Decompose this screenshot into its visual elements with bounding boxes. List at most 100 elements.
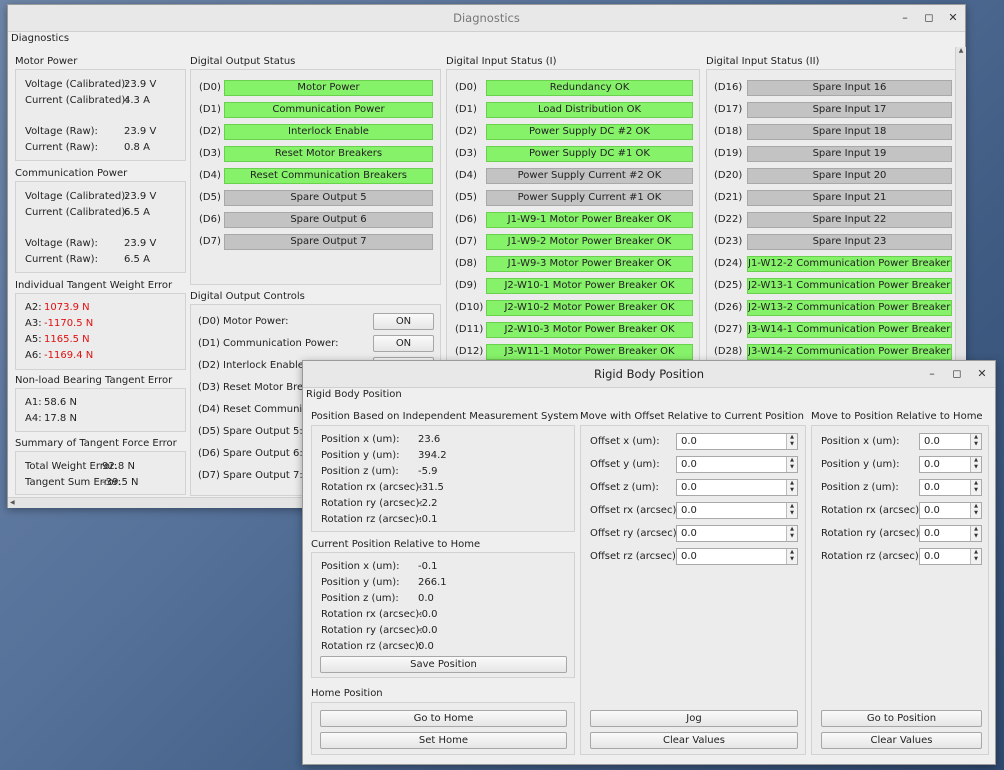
label: A2: xyxy=(25,302,42,313)
set-home-button[interactable]: Set Home xyxy=(320,732,567,749)
dout-controls-header: Digital Output Controls xyxy=(190,291,305,302)
din-tag: (D1) xyxy=(455,104,477,115)
din-indicator: J2-W13-2 Communication Power Breaker OK xyxy=(747,300,952,316)
motor-power-toggle-button[interactable]: ON xyxy=(373,313,434,330)
dout-indicator-spare-7: Spare Output 7 xyxy=(224,234,433,250)
din-tag: (D6) xyxy=(455,214,477,225)
din-indicator: J3-W14-2 Communication Power Breaker OK xyxy=(747,344,952,360)
minimize-icon[interactable]: – xyxy=(896,9,914,27)
label: Rotation rz (arcsec): xyxy=(821,551,923,562)
maximize-icon[interactable]: ◻ xyxy=(920,9,938,27)
spin-value: 0.0 xyxy=(681,551,697,562)
offset-z-input[interactable]: 0.0 ▲ ▼ xyxy=(676,479,798,496)
spin-arrows-icon[interactable]: ▲ ▼ xyxy=(970,549,981,564)
scroll-up-icon[interactable]: ▲ xyxy=(956,47,966,54)
spin-value: 0.0 xyxy=(924,436,940,447)
maximize-icon[interactable]: ◻ xyxy=(948,365,966,383)
spin-value: 0.0 xyxy=(681,482,697,493)
value: 4.3 A xyxy=(124,95,150,106)
label: Offset y (um): xyxy=(590,459,660,470)
din-indicator: J1-W12-2 Communication Power Breaker OK xyxy=(747,256,952,272)
value: 17.8 N xyxy=(44,413,77,424)
spin-arrows-icon[interactable]: ▲ ▼ xyxy=(786,480,797,495)
din-indicator: Redundancy OK xyxy=(486,80,693,96)
din-tag: (D22) xyxy=(714,214,743,225)
clear-offset-button[interactable]: Clear Values xyxy=(590,732,798,749)
spin-arrows-icon[interactable]: ▲ ▼ xyxy=(970,503,981,518)
din-indicator: J2-W10-3 Motor Power Breaker OK xyxy=(486,322,693,338)
spin-arrows-icon[interactable]: ▲ ▼ xyxy=(786,434,797,449)
value: 23.9 V xyxy=(124,238,157,249)
window-title: Rigid Body Position xyxy=(593,367,705,381)
go-to-position-button[interactable]: Go to Position xyxy=(821,710,982,727)
spin-arrows-icon[interactable]: ▲ ▼ xyxy=(970,457,981,472)
clear-position-button[interactable]: Clear Values xyxy=(821,732,982,749)
spin-value: 0.0 xyxy=(924,459,940,470)
close-icon[interactable]: ✕ xyxy=(973,365,991,383)
dout-indicator-spare-5: Spare Output 5 xyxy=(224,190,433,206)
din-indicator: Power Supply Current #1 OK xyxy=(486,190,693,206)
menu-diagnostics[interactable]: Diagnostics xyxy=(8,32,965,46)
jog-button[interactable]: Jog xyxy=(590,710,798,727)
spin-arrows-icon[interactable]: ▲ ▼ xyxy=(970,434,981,449)
spin-arrows-icon[interactable]: ▲ ▼ xyxy=(786,503,797,518)
value: -0.0 xyxy=(418,625,438,636)
offset-x-input[interactable]: 0.0 ▲ ▼ xyxy=(676,433,798,450)
dout-status-header: Digital Output Status xyxy=(190,56,296,67)
menu-rigid-body[interactable]: Rigid Body Position xyxy=(303,388,995,402)
din-indicator: J1-W9-3 Motor Power Breaker OK xyxy=(486,256,693,272)
spin-arrows-icon[interactable]: ▲ ▼ xyxy=(786,526,797,541)
offset-header: Move with Offset Relative to Current Pos… xyxy=(580,411,805,422)
value: 23.9 V xyxy=(124,79,157,90)
label: Offset ry (arcsec): xyxy=(590,528,680,539)
din-tag: (D17) xyxy=(714,104,743,115)
spin-value: 0.0 xyxy=(681,528,697,539)
din-tag: (D16) xyxy=(714,82,743,93)
spin-arrows-icon[interactable]: ▲ ▼ xyxy=(970,480,981,495)
value: 6.5 A xyxy=(124,207,150,218)
label: Voltage (Raw): xyxy=(25,126,98,137)
label: Voltage (Calibrated): xyxy=(25,191,129,202)
din-indicator: J2-W13-1 Communication Power Breaker OK xyxy=(747,278,952,294)
dout-indicator-spare-6: Spare Output 6 xyxy=(224,212,433,228)
din-tag: (D25) xyxy=(714,280,743,291)
rotation-rx-input[interactable]: 0.0 ▲ ▼ xyxy=(919,502,982,519)
offset-ry-input[interactable]: 0.0 ▲ ▼ xyxy=(676,525,798,542)
label: Position x (um): xyxy=(321,434,400,445)
rotation-ry-input[interactable]: 0.0 ▲ ▼ xyxy=(919,525,982,542)
move-home-header: Move to Position Relative to Home xyxy=(811,411,983,422)
minimize-icon[interactable]: – xyxy=(923,365,941,383)
position-y-input[interactable]: 0.0 ▲ ▼ xyxy=(919,456,982,473)
save-position-button[interactable]: Save Position xyxy=(320,656,567,673)
close-icon[interactable]: ✕ xyxy=(944,9,962,27)
scroll-left-icon[interactable]: ◀ xyxy=(10,499,15,506)
value: 6.5 A xyxy=(124,254,150,265)
position-x-input[interactable]: 0.0 ▲ ▼ xyxy=(919,433,982,450)
label: Position x (um): xyxy=(821,436,900,447)
rigid-body-titlebar[interactable]: Rigid Body Position – ◻ ✕ xyxy=(303,361,995,388)
dout-tag: (D6) xyxy=(199,214,221,225)
spin-arrows-icon[interactable]: ▲ ▼ xyxy=(970,526,981,541)
rotation-rz-input[interactable]: 0.0 ▲ ▼ xyxy=(919,548,982,565)
spin-arrows-icon[interactable]: ▲ ▼ xyxy=(786,457,797,472)
label: Offset x (um): xyxy=(590,436,660,447)
din-tag: (D7) xyxy=(455,236,477,247)
comm-power-toggle-button[interactable]: ON xyxy=(373,335,434,352)
din-tag: (D18) xyxy=(714,126,743,137)
spin-arrows-icon[interactable]: ▲ ▼ xyxy=(786,549,797,564)
label: Voltage (Raw): xyxy=(25,238,98,249)
diagnostics-titlebar[interactable]: Diagnostics – ◻ ✕ xyxy=(8,5,965,32)
label: Position y (um): xyxy=(321,577,400,588)
position-z-input[interactable]: 0.0 ▲ ▼ xyxy=(919,479,982,496)
label: Position y (um): xyxy=(321,450,400,461)
comm-power-header: Communication Power xyxy=(15,168,128,179)
value: 58.6 N xyxy=(44,397,77,408)
offset-rz-input[interactable]: 0.0 ▲ ▼ xyxy=(676,548,798,565)
go-to-home-button[interactable]: Go to Home xyxy=(320,710,567,727)
offset-y-input[interactable]: 0.0 ▲ ▼ xyxy=(676,456,798,473)
offset-rx-input[interactable]: 0.0 ▲ ▼ xyxy=(676,502,798,519)
value: 23.6 xyxy=(418,434,441,445)
value: 0.0 xyxy=(418,641,434,652)
label: Current (Raw): xyxy=(25,142,98,153)
home-position-group: Go to Home Set Home xyxy=(311,702,575,755)
